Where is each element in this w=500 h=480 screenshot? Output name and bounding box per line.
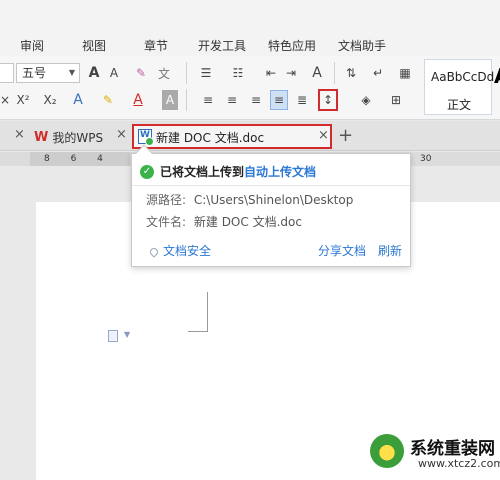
bullet-list-icon[interactable]: ☰ xyxy=(196,63,216,83)
tab-my-wps-label: 我的WPS xyxy=(52,130,104,145)
document-tab-bar: × W 我的WPS × W 新建 DOC 文档.doc × + xyxy=(0,121,500,151)
decrease-font-icon[interactable]: A xyxy=(106,63,122,83)
tab-document-label: 新建 DOC 文档.doc xyxy=(156,131,265,145)
wps-logo-icon: W xyxy=(34,129,49,145)
pin-icon xyxy=(148,245,160,258)
source-path-row: 源路径: C:\Users\Shinelon\Desktop xyxy=(146,191,353,208)
upload-message: 已将文档上传到 xyxy=(160,165,245,179)
align-center-icon[interactable]: ≡ xyxy=(224,90,240,110)
indent-icon[interactable]: ⇥ xyxy=(282,63,300,83)
divider xyxy=(132,185,410,186)
style-next-preview[interactable]: A xyxy=(494,64,500,88)
tab-my-wps[interactable]: W 我的WPS xyxy=(34,125,103,149)
menu-chapter[interactable]: 章节 xyxy=(144,37,168,54)
paragraph-marks-icon[interactable]: ↵ xyxy=(368,63,388,83)
sort-icon[interactable]: ⇅ xyxy=(342,63,360,83)
doc-security-link[interactable]: 文档安全 xyxy=(148,242,212,259)
ribbon-separator xyxy=(186,62,187,84)
style-name-label: 正文 xyxy=(447,98,472,112)
table-icon[interactable]: ▦ xyxy=(396,63,414,83)
line-spacing-icon[interactable]: ↕ xyxy=(318,89,338,111)
source-path-label: 源路径: xyxy=(146,193,187,207)
paragraph-layout-icon[interactable] xyxy=(108,330,118,342)
upload-notification-popup: ✓ 已将文档上传到 自动上传文档 源路径: C:\Users\Shinelon\… xyxy=(131,144,411,267)
distributed-align-icon[interactable]: ≣ xyxy=(294,90,310,110)
site-logo-icon xyxy=(370,434,404,468)
watermark-url: www.xtcz2.com xyxy=(418,457,500,470)
font-effect-icon[interactable]: A xyxy=(70,90,86,110)
source-path-value: C:\Users\Shinelon\Desktop xyxy=(193,193,354,207)
filename-label: 文件名: xyxy=(146,215,187,229)
borders-icon[interactable]: ⊞ xyxy=(386,90,406,110)
subscript-icon[interactable]: X₂ xyxy=(40,90,60,110)
ribbon-more-icon[interactable]: × xyxy=(0,90,10,110)
font-name-select[interactable] xyxy=(0,63,14,83)
pinyin-icon[interactable]: 文 xyxy=(156,63,172,83)
share-doc-link[interactable]: 分享文档 xyxy=(318,242,366,259)
add-tab-icon[interactable]: + xyxy=(338,125,353,146)
highlight-icon[interactable]: ✎ xyxy=(98,90,118,110)
ruler-marks-right: 30 xyxy=(420,154,432,164)
menu-doc-assistant[interactable]: 文档助手 xyxy=(338,37,386,54)
style-normal[interactable]: AaBbCcDd 正文 xyxy=(424,59,495,115)
menu-bar: 审阅 视图 章节 开发工具 特色应用 文档助手 xyxy=(0,0,500,56)
tab-document[interactable]: W 新建 DOC 文档.doc × xyxy=(132,124,332,149)
menu-review[interactable]: 审阅 xyxy=(20,37,44,54)
chevron-down-icon: ▼ xyxy=(68,68,75,77)
font-size-select[interactable]: 五号 ▼ xyxy=(16,63,80,83)
superscript-icon[interactable]: X² xyxy=(14,90,32,110)
watermark-title: 系统重装网 xyxy=(410,439,495,459)
filename-value: 新建 DOC 文档.doc xyxy=(193,215,302,229)
ribbon-toolbar: 五号 ▼ A A ✎ 文 ☰ ☷ ⇤ ⇥ A ⇅ ↵ ▦ × X² X₂ A ✎… xyxy=(0,56,500,120)
ruler-marks-left: 8 6 4 2 xyxy=(30,152,130,178)
font-size-value: 五号 xyxy=(22,66,47,80)
close-icon[interactable]: × xyxy=(318,128,329,143)
shading-fill-icon[interactable]: ◈ xyxy=(356,90,376,110)
clear-format-icon[interactable]: ✎ xyxy=(132,63,150,83)
align-right-icon[interactable]: ≡ xyxy=(248,90,264,110)
font-color-icon[interactable]: A xyxy=(130,90,146,110)
filename-row: 文件名: 新建 DOC 文档.doc xyxy=(146,213,302,230)
auto-upload-folder-link[interactable]: 自动上传文档 xyxy=(244,163,316,180)
doc-file-icon: W xyxy=(138,129,154,146)
refresh-link[interactable]: 刷新 xyxy=(378,242,402,259)
numbered-list-icon[interactable]: ☷ xyxy=(228,63,248,83)
menu-developer-tools[interactable]: 开发工具 xyxy=(198,37,246,54)
close-icon[interactable]: × xyxy=(116,127,127,142)
outdent-icon[interactable]: ⇤ xyxy=(262,63,280,83)
menu-view[interactable]: 视图 xyxy=(82,37,106,54)
style-sample-text: AaBbCcDd xyxy=(431,70,495,84)
text-effect-icon[interactable]: A xyxy=(306,63,328,83)
chevron-down-icon[interactable]: ▼ xyxy=(124,330,130,339)
doc-security-label: 文档安全 xyxy=(163,244,212,258)
char-shading-icon[interactable]: A xyxy=(162,90,178,110)
check-circle-icon: ✓ xyxy=(140,164,154,179)
ribbon-separator xyxy=(186,89,187,111)
menu-special-apps[interactable]: 特色应用 xyxy=(268,37,316,54)
align-left-icon[interactable]: ≡ xyxy=(200,90,216,110)
site-watermark: 系统重装网 www.xtcz2.com xyxy=(370,428,500,476)
justify-icon[interactable]: ≡ xyxy=(270,90,288,110)
increase-font-icon[interactable]: A xyxy=(86,63,102,83)
margin-corner-mark xyxy=(188,292,208,332)
close-icon[interactable]: × xyxy=(14,127,25,142)
ribbon-separator xyxy=(334,62,335,84)
popup-header: ✓ 已将文档上传到 自动上传文档 xyxy=(140,163,316,180)
